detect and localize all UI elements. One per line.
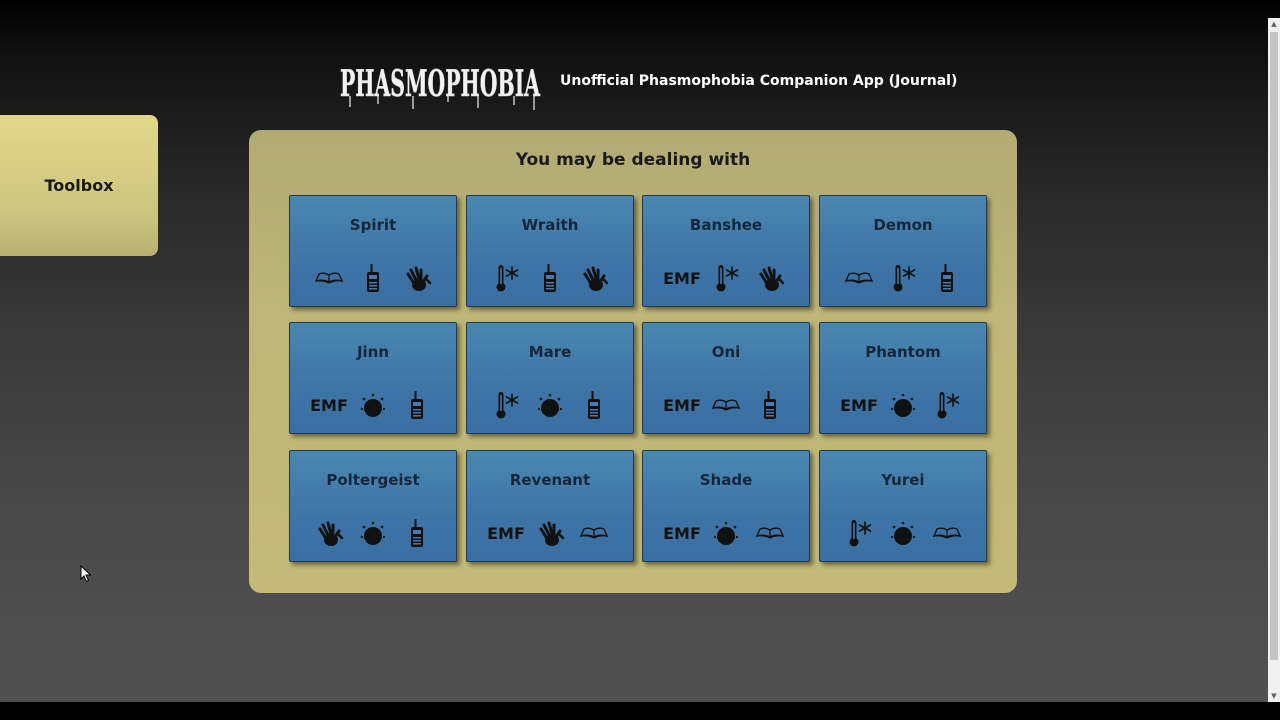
ghost-name: Oni <box>711 343 741 361</box>
ghost-card-banshee[interactable]: Banshee EMF <box>642 195 810 307</box>
ghost-orb-icon <box>711 517 741 549</box>
ghost-card-shade[interactable]: Shade EMF <box>642 450 810 562</box>
spirit-box-icon <box>402 389 432 421</box>
freezing-temperatures-icon <box>491 389 521 421</box>
ghost-name: Shade <box>699 471 753 489</box>
evidence-icons: EMF <box>643 260 809 296</box>
ghost-writing-book-icon <box>711 389 741 421</box>
evidence-icons <box>290 515 456 551</box>
ghost-name: Banshee <box>689 216 763 234</box>
evidence-icons <box>820 515 986 551</box>
ghost-card-jinn[interactable]: Jinn EMF <box>289 322 457 434</box>
emf-label: EMF <box>487 523 525 543</box>
emf-icon: EMF <box>310 389 348 421</box>
emf-label: EMF <box>663 523 701 543</box>
emf-icon: EMF <box>663 389 701 421</box>
evidence-icons: EMF <box>820 387 986 423</box>
ghost-writing-book-icon <box>755 517 785 549</box>
freezing-temperatures-icon <box>932 389 962 421</box>
ghost-orb-icon <box>358 517 388 549</box>
evidence-icons: EMF <box>467 515 633 551</box>
ghost-writing-book-icon <box>844 262 874 294</box>
ghost-name: Yurei <box>881 471 925 489</box>
fingerprints-icon <box>535 517 565 549</box>
emf-icon: EMF <box>487 517 525 549</box>
evidence-icons <box>467 260 633 296</box>
toolbox-button[interactable]: Toolbox <box>0 115 158 256</box>
freezing-temperatures-icon <box>491 262 521 294</box>
freezing-temperatures-icon <box>888 262 918 294</box>
evidence-icons: EMF <box>643 515 809 551</box>
ghost-results-panel: You may be dealing with Spirit Wraith Bans… <box>249 130 1017 593</box>
ghost-name: Wraith <box>521 216 579 234</box>
ghost-writing-book-icon <box>314 262 344 294</box>
ghost-name: Poltergeist <box>326 471 420 489</box>
toolbox-label: Toolbox <box>44 176 114 195</box>
ghost-writing-book-icon <box>579 517 609 549</box>
ghost-card-oni[interactable]: Oni EMF <box>642 322 810 434</box>
logo-text: PHASMOPHOBIA <box>340 63 541 105</box>
ghost-orb-icon <box>888 517 918 549</box>
ghost-name: Phantom <box>865 343 941 361</box>
bottom-bar <box>0 702 1280 720</box>
evidence-icons <box>467 387 633 423</box>
evidence-icons <box>820 260 986 296</box>
panel-title: You may be dealing with <box>515 150 751 170</box>
emf-icon: EMF <box>663 262 701 294</box>
emf-icon: EMF <box>840 389 878 421</box>
phasmophobia-logo: PHASMOPHOBIA <box>340 63 541 110</box>
ghost-writing-book-icon <box>932 517 962 549</box>
evidence-icons <box>290 260 456 296</box>
emf-label: EMF <box>663 395 701 415</box>
ghost-card-revenant[interactable]: Revenant EMF <box>466 450 634 562</box>
ghost-card-yurei[interactable]: Yurei <box>819 450 987 562</box>
fingerprints-icon <box>314 517 344 549</box>
app-title: Unofficial Phasmophobia Companion App (J… <box>560 73 958 89</box>
spirit-box-icon <box>755 389 785 421</box>
ghost-name: Jinn <box>356 343 390 361</box>
ghost-card-wraith[interactable]: Wraith <box>466 195 634 307</box>
ghost-card-demon[interactable]: Demon <box>819 195 987 307</box>
scroll-thumb[interactable] <box>1270 32 1278 660</box>
ghost-card-spirit[interactable]: Spirit <box>289 195 457 307</box>
ghost-name: Revenant <box>509 471 591 489</box>
scroll-up-arrow-icon[interactable]: ▲ <box>1268 18 1280 30</box>
spirit-box-icon <box>535 262 565 294</box>
emf-label: EMF <box>663 268 701 288</box>
spirit-box-icon <box>579 389 609 421</box>
evidence-icons: EMF <box>643 387 809 423</box>
ghost-card-mare[interactable]: Mare <box>466 322 634 434</box>
vertical-scrollbar[interactable]: ▲ ▼ <box>1268 18 1280 702</box>
ghost-name: Spirit <box>349 216 397 234</box>
emf-label: EMF <box>310 395 348 415</box>
spirit-box-icon <box>932 262 962 294</box>
fingerprints-icon <box>579 262 609 294</box>
ghost-orb-icon <box>888 389 918 421</box>
spirit-box-icon <box>358 262 388 294</box>
emf-label: EMF <box>840 395 878 415</box>
mouse-cursor-icon <box>80 565 92 583</box>
emf-icon: EMF <box>663 517 701 549</box>
ghost-name: Mare <box>528 343 572 361</box>
ghost-card-poltergeist[interactable]: Poltergeist <box>289 450 457 562</box>
fingerprints-icon <box>755 262 785 294</box>
fingerprints-icon <box>402 262 432 294</box>
ghost-orb-icon <box>535 389 565 421</box>
ghost-card-phantom[interactable]: Phantom EMF <box>819 322 987 434</box>
freezing-temperatures-icon <box>711 262 741 294</box>
freezing-temperatures-icon <box>844 517 874 549</box>
ghost-orb-icon <box>358 389 388 421</box>
scroll-down-arrow-icon[interactable]: ▼ <box>1268 690 1280 702</box>
ghost-name: Demon <box>873 216 933 234</box>
evidence-icons: EMF <box>290 387 456 423</box>
spirit-box-icon <box>402 517 432 549</box>
